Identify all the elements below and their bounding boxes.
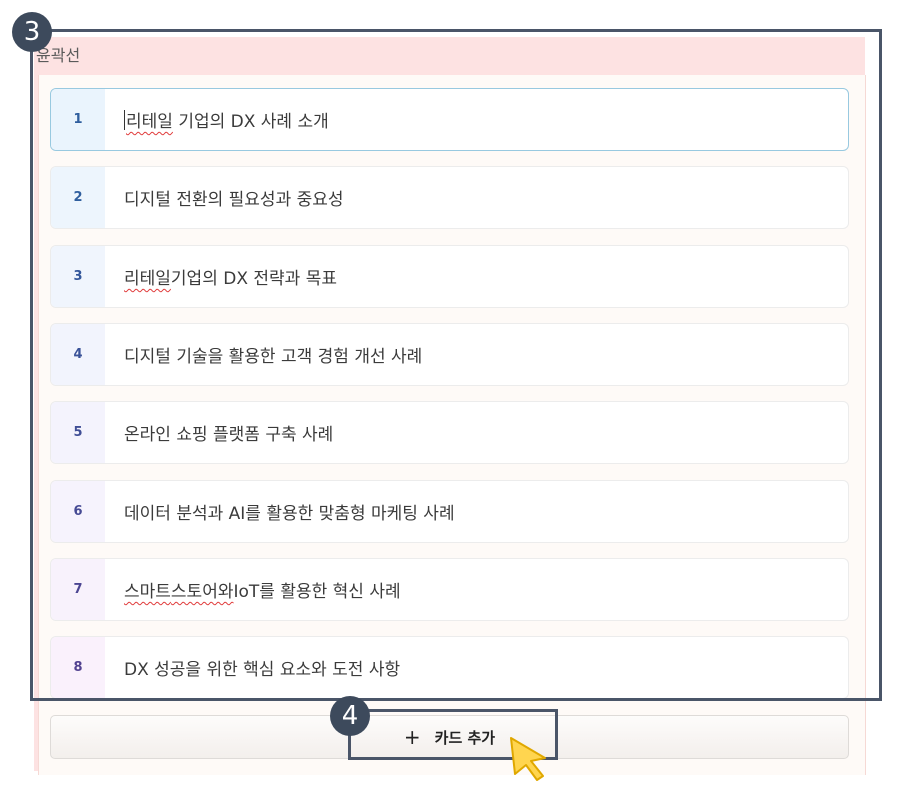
step-badge-4: 4	[330, 696, 370, 736]
highlight-box-3	[30, 29, 882, 701]
pointer-cursor-icon	[510, 737, 546, 781]
step-badge-3: 3	[12, 12, 52, 52]
